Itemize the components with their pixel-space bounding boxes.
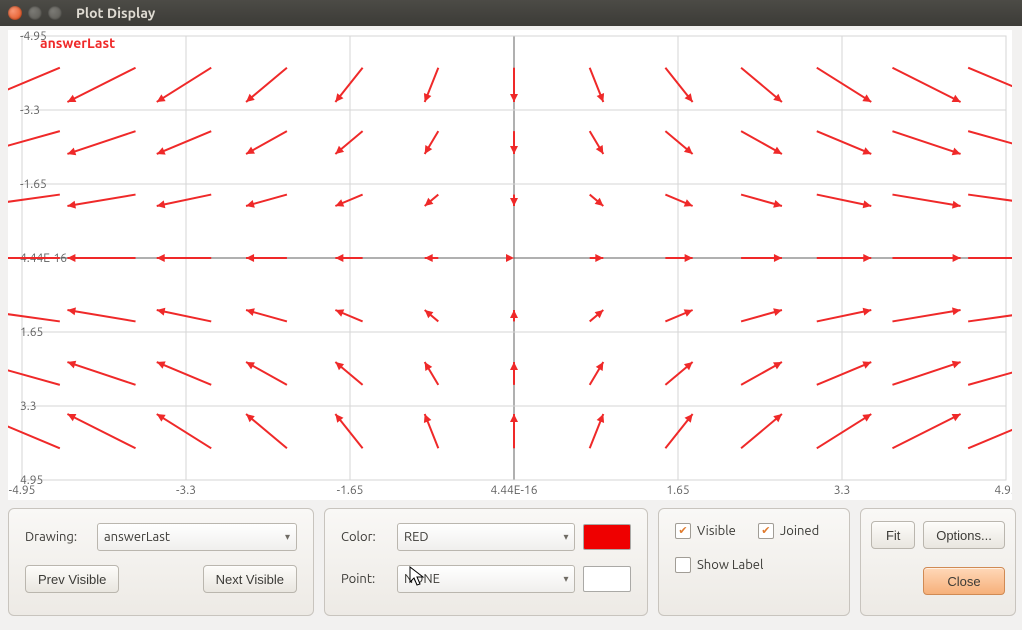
visible-checkbox[interactable]: Visible xyxy=(675,523,736,539)
plot-area: 4.953.31.654.44E-16-1.65-3.3-4.95-4.95-3… xyxy=(8,30,1014,500)
svg-text:3.3: 3.3 xyxy=(20,400,37,413)
control-bar: Drawing: answerLast Prev Visible Next Vi… xyxy=(8,508,1014,616)
window-maximize-icon[interactable] xyxy=(48,6,62,20)
svg-text:-3.3: -3.3 xyxy=(176,484,196,497)
style-panel: Color: RED Point: NONE xyxy=(324,508,648,616)
svg-text:4.44E-16: 4.44E-16 xyxy=(491,484,538,497)
color-select[interactable]: RED xyxy=(397,523,575,551)
next-visible-button[interactable]: Next Visible xyxy=(203,565,297,593)
color-label: Color: xyxy=(341,530,385,544)
svg-text:1.65: 1.65 xyxy=(20,326,43,339)
point-select[interactable]: NONE xyxy=(397,565,575,593)
svg-text:-3.3: -3.3 xyxy=(20,104,40,117)
svg-text:-1.65: -1.65 xyxy=(337,484,364,497)
drawing-panel: Drawing: answerLast Prev Visible Next Vi… xyxy=(8,508,314,616)
checkbox-icon xyxy=(675,523,691,539)
point-label: Point: xyxy=(341,572,385,586)
show-label-checkbox[interactable]: Show Label xyxy=(675,557,763,573)
drawing-label: Drawing: xyxy=(25,530,85,544)
fit-button[interactable]: Fit xyxy=(871,521,915,549)
color-swatch[interactable] xyxy=(583,524,631,550)
checkbox-icon xyxy=(675,557,691,573)
svg-text:1.65: 1.65 xyxy=(666,484,689,497)
prev-visible-button[interactable]: Prev Visible xyxy=(25,565,119,593)
titlebar: Plot Display xyxy=(0,0,1022,26)
vector-plot[interactable]: 4.953.31.654.44E-16-1.65-3.3-4.95-4.95-3… xyxy=(8,30,1012,500)
options-button[interactable]: Options... xyxy=(923,521,1005,549)
drawing-select[interactable]: answerLast xyxy=(97,523,297,551)
point-swatch[interactable] xyxy=(583,566,631,592)
svg-text:4.95: 4.95 xyxy=(994,484,1012,497)
window-close-icon[interactable] xyxy=(8,6,22,20)
svg-text:3.3: 3.3 xyxy=(834,484,851,497)
svg-text:-1.65: -1.65 xyxy=(20,178,47,191)
joined-checkbox[interactable]: Joined xyxy=(758,523,819,539)
visibility-panel: Visible Joined Show Label xyxy=(658,508,850,616)
checkbox-icon xyxy=(758,523,774,539)
svg-text:-4.95: -4.95 xyxy=(9,484,36,497)
action-panel: Fit Options... Close xyxy=(860,508,1016,616)
close-button[interactable]: Close xyxy=(923,567,1005,595)
window-title: Plot Display xyxy=(76,5,155,21)
window-minimize-icon[interactable] xyxy=(28,6,42,20)
svg-text:answerLast: answerLast xyxy=(40,35,115,51)
